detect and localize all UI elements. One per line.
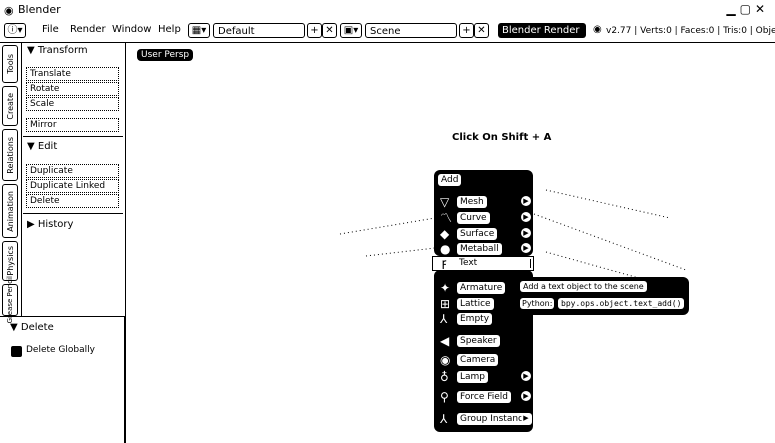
add-menu-title: Add <box>438 174 462 186</box>
curve-icon: 〽 <box>440 211 453 225</box>
remove-scene-icon[interactable]: ✕ <box>474 23 489 38</box>
force-field-icon: ⚲ <box>440 390 449 404</box>
panel-divider <box>23 213 123 214</box>
menu-render[interactable]: Render <box>70 24 106 35</box>
submenu-arrow-icon: ▶ <box>521 228 531 238</box>
tool-shelf-tabs: Tools Create Relations Animation Physics… <box>0 42 22 324</box>
speaker-icon: ◀ <box>440 334 450 348</box>
menu-item-text[interactable]: Ꝼ Text <box>432 256 534 271</box>
info-header: ⓘ▾ File Render Window Help ▦▾ Default + … <box>0 21 775 43</box>
surface-icon: ◆ <box>440 227 450 241</box>
submenu-arrow-icon: ▶ <box>521 413 531 423</box>
duplicate-button[interactable]: Duplicate <box>26 164 119 178</box>
delete-button[interactable]: Delete <box>26 194 119 208</box>
group-instance-icon: ⅄ <box>440 412 448 426</box>
mesh-icon: ▽ <box>440 195 450 209</box>
edit-panel-header[interactable]: ▼ Edit <box>27 141 57 152</box>
instruction-hint: Click On Shift + A <box>452 132 552 143</box>
tooltip-python-code: bpy.ops.object.text_add() <box>558 298 685 309</box>
tooltip-description: Add a text object to the scene <box>520 281 647 292</box>
transform-panel-header[interactable]: ▼ Transform <box>27 45 88 56</box>
add-scene-icon[interactable]: + <box>459 23 474 38</box>
add-layout-icon[interactable]: + <box>307 23 322 38</box>
lamp-icon: ♁ <box>440 370 449 384</box>
window-title: Blender <box>18 3 61 16</box>
menu-window[interactable]: Window <box>112 24 151 35</box>
translate-button[interactable]: Translate <box>26 67 119 81</box>
scene-field[interactable]: Scene <box>365 23 457 38</box>
tab-create[interactable]: Create <box>2 86 18 126</box>
screen-layout-field[interactable]: Default <box>213 23 305 38</box>
rotate-button[interactable]: Rotate <box>26 82 119 96</box>
delete-globally-checkbox[interactable] <box>11 346 22 357</box>
tab-relations[interactable]: Relations <box>2 129 18 181</box>
empty-icon: ⅄ <box>440 312 448 326</box>
remove-layout-icon[interactable]: ✕ <box>322 23 337 38</box>
armature-icon: ✦ <box>440 281 451 295</box>
scene-stats: v2.77 | Verts:0 | Faces:0 | Tris:0 | Obj… <box>606 26 775 36</box>
scene-icon[interactable]: ▣▾ <box>340 23 362 38</box>
tab-grease-pencil[interactable]: Grease Pencil <box>2 276 18 324</box>
mirror-button[interactable]: Mirror <box>26 118 119 132</box>
lattice-icon: ⊞ <box>440 297 451 311</box>
metaball-icon: ● <box>440 242 451 256</box>
blender-logo-icon: ◉ <box>4 4 14 17</box>
operator-panel: ▼ Delete Delete Globally <box>0 316 125 443</box>
submenu-arrow-icon: ▶ <box>521 243 531 253</box>
delete-globally-label: Delete Globally <box>26 345 95 355</box>
window-controls[interactable]: ▁▢✕ <box>726 2 769 16</box>
render-engine-dropdown[interactable]: Blender Render <box>498 23 586 38</box>
tooltip-python-label: Python: <box>520 298 555 309</box>
duplicate-linked-button[interactable]: Duplicate Linked <box>26 179 119 193</box>
scale-button[interactable]: Scale <box>26 97 119 111</box>
blender-stats-icon: ◉ <box>593 24 602 35</box>
text-cursor <box>530 259 531 268</box>
menu-file[interactable]: File <box>42 24 59 35</box>
tab-animation[interactable]: Animation <box>2 184 18 238</box>
editor-type-icon[interactable]: ⓘ▾ <box>4 23 26 38</box>
title-bar: ◉ Blender ▁▢✕ <box>0 0 775 21</box>
camera-icon: ◉ <box>440 353 451 367</box>
screen-layout-icon[interactable]: ▦▾ <box>188 23 210 38</box>
tab-tools[interactable]: Tools <box>2 45 18 83</box>
menu-help[interactable]: Help <box>158 24 181 35</box>
submenu-arrow-icon: ▶ <box>521 212 531 222</box>
submenu-arrow-icon: ▶ <box>521 391 531 401</box>
tooltip: Add a text object to the scene Python: b… <box>514 277 689 315</box>
submenu-arrow-icon: ▶ <box>521 371 531 381</box>
panel-divider <box>23 136 123 137</box>
operator-panel-header[interactable]: ▼ Delete <box>10 322 54 333</box>
text-icon: Ꝼ <box>442 260 447 270</box>
submenu-arrow-icon: ▶ <box>521 196 531 206</box>
tab-physics[interactable]: Physics <box>2 241 18 281</box>
tool-shelf: ▼ Transform Translate Rotate Scale Mirro… <box>21 42 125 316</box>
history-panel-header[interactable]: ▶ History <box>27 219 73 230</box>
